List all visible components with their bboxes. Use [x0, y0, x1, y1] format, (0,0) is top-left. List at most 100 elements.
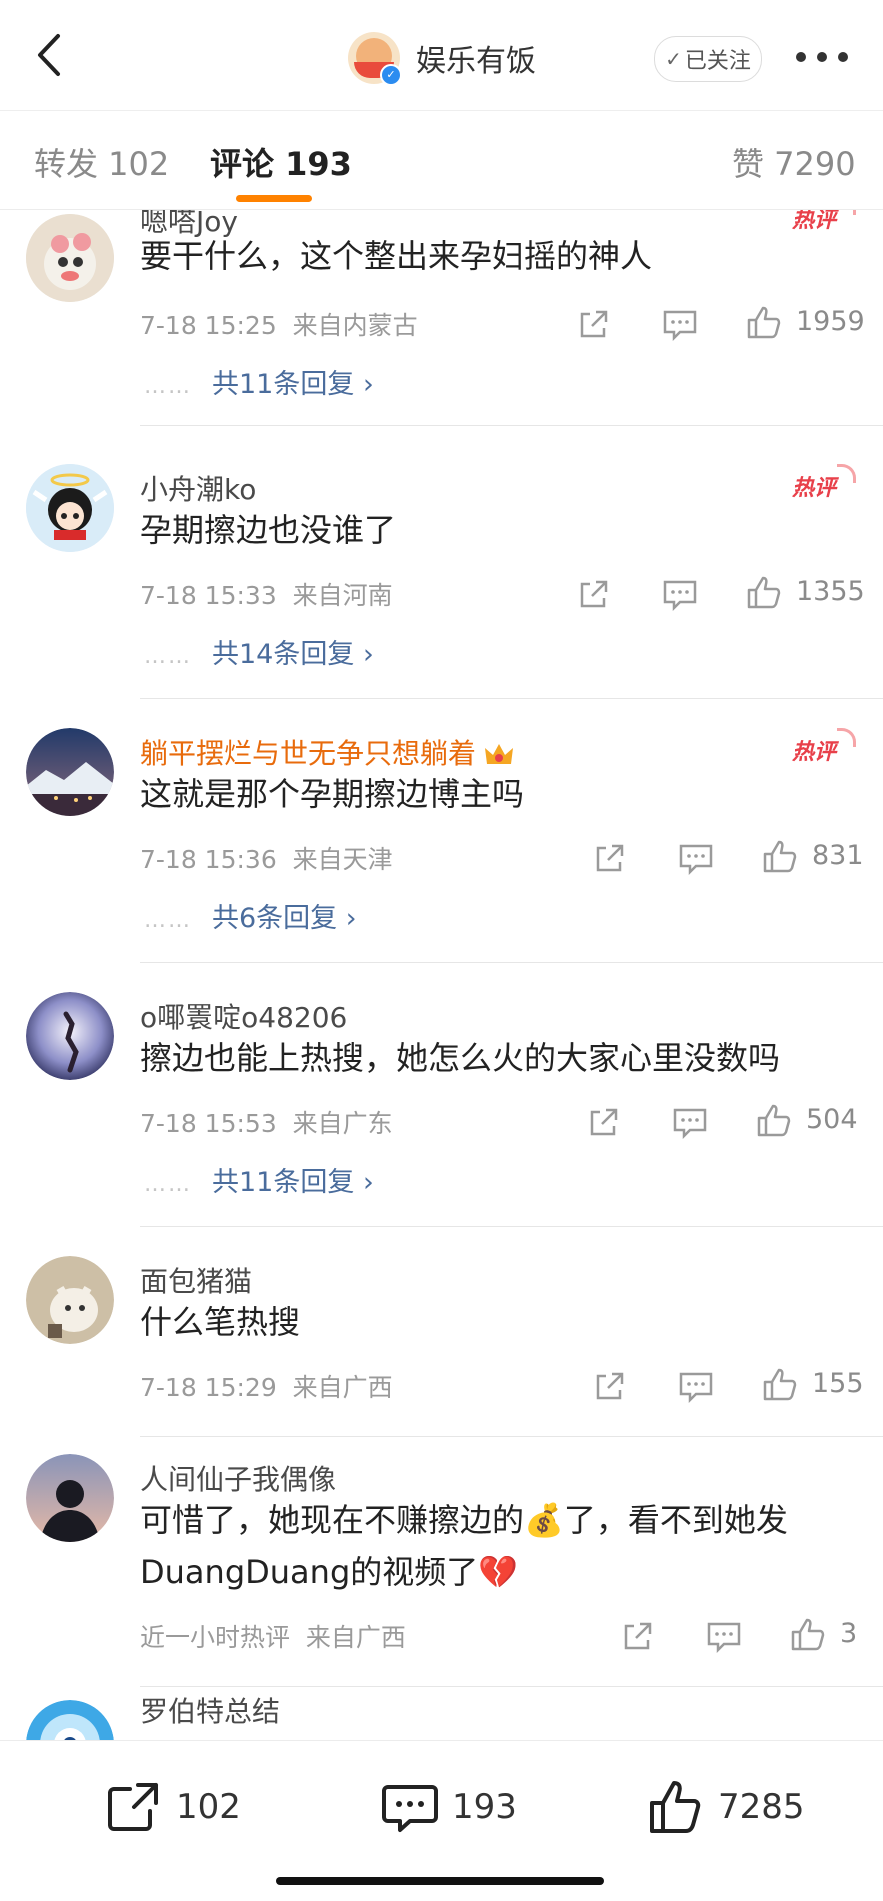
- comment-time: 近一小时热评: [140, 1623, 291, 1652]
- hot-comment-badge: 热评: [792, 464, 856, 502]
- comment-username[interactable]: 躺平摆烂与世无争只想躺着: [140, 732, 514, 772]
- comment-time: 7-18 15:33: [140, 581, 277, 610]
- comment-username[interactable]: 面包猪猫: [140, 1260, 252, 1300]
- comment-time: 7-18 15:53: [140, 1109, 277, 1138]
- comment-text: 要干什么，这个整出来孕妇摇的神人: [140, 237, 653, 275]
- share-icon[interactable]: [590, 838, 630, 878]
- comment-username[interactable]: 人间仙子我偶像: [140, 1458, 336, 1498]
- comment-location: 来自天津: [292, 845, 393, 874]
- comment-meta: 7-18 15:29 来自广西: [140, 1368, 393, 1404]
- like-icon[interactable]: [760, 1364, 800, 1404]
- comment-text: 可惜了，她现在不赚擦边的💰了，看不到她发DuangDuang的视频了💔: [140, 1501, 788, 1591]
- divider: [140, 1226, 883, 1227]
- following-button[interactable]: ✓ 已关注: [654, 36, 762, 82]
- avatar[interactable]: [26, 1454, 114, 1542]
- avatar[interactable]: [26, 728, 114, 816]
- like-icon[interactable]: [760, 836, 800, 876]
- repost-count: 102: [176, 1787, 241, 1827]
- comment-location: 来自广东: [292, 1109, 393, 1138]
- comment-icon[interactable]: [660, 574, 700, 614]
- comment-icon[interactable]: [670, 1102, 710, 1142]
- like-count: 831: [812, 840, 864, 871]
- check-icon: ✓: [665, 47, 682, 71]
- home-indicator: [276, 1877, 604, 1885]
- comment-location: 来自河南: [292, 581, 393, 610]
- crown-badge-icon: [485, 744, 514, 764]
- thumbs-up-icon: [650, 1781, 701, 1833]
- divider: [140, 962, 883, 963]
- repost-icon: [108, 1783, 158, 1831]
- share-icon[interactable]: [618, 1616, 658, 1656]
- comment-bubble-icon: [382, 1785, 438, 1832]
- bottom-action-bar: 102 193 7285: [0, 1740, 883, 1901]
- comment-meta: 7-18 15:25 来自内蒙古: [140, 306, 418, 342]
- comment-icon[interactable]: [676, 1366, 716, 1406]
- share-icon[interactable]: [574, 304, 614, 344]
- avatar[interactable]: [26, 1256, 114, 1344]
- avatar[interactable]: [26, 992, 114, 1080]
- comment-meta: 7-18 15:36 来自天津: [140, 840, 393, 876]
- comment-time: 7-18 15:25: [140, 311, 277, 340]
- verified-badge-icon: ✓: [380, 64, 402, 86]
- comment-location: 来自广西: [305, 1623, 406, 1652]
- comment-location: 来自广西: [292, 1373, 393, 1402]
- like-icon[interactable]: [744, 302, 784, 342]
- tab-bar: 转发 102 评论 193 赞 7290: [0, 111, 883, 210]
- share-icon[interactable]: [590, 1366, 630, 1406]
- tab-reposts[interactable]: 转发 102: [34, 139, 169, 185]
- share-icon[interactable]: [584, 1102, 624, 1142]
- view-replies-link[interactable]: …… 共14条回复 ›: [144, 632, 374, 671]
- account-name: 娱乐有饭: [416, 44, 536, 79]
- comment-count: 193: [452, 1787, 517, 1827]
- like-icon[interactable]: [788, 1614, 828, 1654]
- comment-username[interactable]: 罗伯特总结: [140, 1690, 280, 1730]
- like-button[interactable]: 7285: [646, 1777, 805, 1837]
- avatar[interactable]: [26, 1700, 114, 1740]
- like-count: 1355: [796, 576, 865, 607]
- comment-button[interactable]: 193: [380, 1777, 517, 1837]
- account-avatar: ✓: [348, 32, 402, 86]
- comment-meta: 近一小时热评 来自广西: [140, 1618, 406, 1654]
- like-count: 1959: [796, 306, 865, 337]
- view-replies-link[interactable]: …… 共11条回复 ›: [144, 1160, 374, 1199]
- comment-username[interactable]: o㖿瞏啶o48206: [140, 996, 347, 1036]
- comment-time: 7-18 15:29: [140, 1373, 277, 1402]
- comment-text: 孕期擦边也没谁了: [140, 511, 397, 549]
- comment-username[interactable]: 小舟潮ko: [140, 468, 256, 508]
- hot-comment-badge: 热评: [792, 728, 856, 766]
- comment-meta: 7-18 15:33 来自河南: [140, 576, 393, 612]
- like-total: 7285: [718, 1787, 805, 1827]
- comment-list[interactable]: 嗯嗒Joy 热评 要干什么，这个整出来孕妇摇的神人 7-18 15:25 来自内…: [0, 210, 883, 1740]
- avatar[interactable]: [26, 214, 114, 302]
- comment-icon[interactable]: [660, 304, 700, 344]
- like-count: 504: [806, 1104, 858, 1135]
- top-nav-bar: ✓ 娱乐有饭 ✓ 已关注: [0, 0, 883, 111]
- comment-text: 擦边也能上热搜，她怎么火的大家心里没数吗: [140, 1039, 781, 1077]
- like-icon[interactable]: [754, 1100, 794, 1140]
- like-count: 155: [812, 1368, 864, 1399]
- comment-text: 什么笔热搜: [140, 1303, 301, 1341]
- repost-button[interactable]: 102: [104, 1777, 241, 1837]
- like-count: 3: [840, 1618, 858, 1649]
- comment-icon[interactable]: [676, 838, 716, 878]
- divider: [140, 1686, 883, 1687]
- divider: [140, 698, 883, 699]
- divider: [140, 425, 883, 426]
- tab-likes[interactable]: 赞 7290: [732, 139, 856, 185]
- comment-text: 这就是那个孕期擦边博主吗: [140, 775, 525, 813]
- account-header[interactable]: ✓ 娱乐有饭: [348, 32, 536, 86]
- comment-location: 来自内蒙古: [292, 311, 418, 340]
- more-options-icon[interactable]: [794, 44, 854, 68]
- view-replies-link[interactable]: …… 共11条回复 ›: [144, 362, 374, 401]
- divider: [140, 1436, 883, 1437]
- comment-time: 7-18 15:36: [140, 845, 277, 874]
- avatar[interactable]: [26, 464, 114, 552]
- like-icon[interactable]: [744, 572, 784, 612]
- active-tab-indicator: [236, 195, 312, 202]
- view-replies-link[interactable]: …… 共6条回复 ›: [144, 896, 357, 935]
- tab-comments[interactable]: 评论 193: [210, 139, 352, 185]
- following-label: 已关注: [684, 49, 751, 74]
- comment-icon[interactable]: [704, 1616, 744, 1656]
- share-icon[interactable]: [574, 574, 614, 614]
- back-arrow-icon[interactable]: [26, 30, 76, 80]
